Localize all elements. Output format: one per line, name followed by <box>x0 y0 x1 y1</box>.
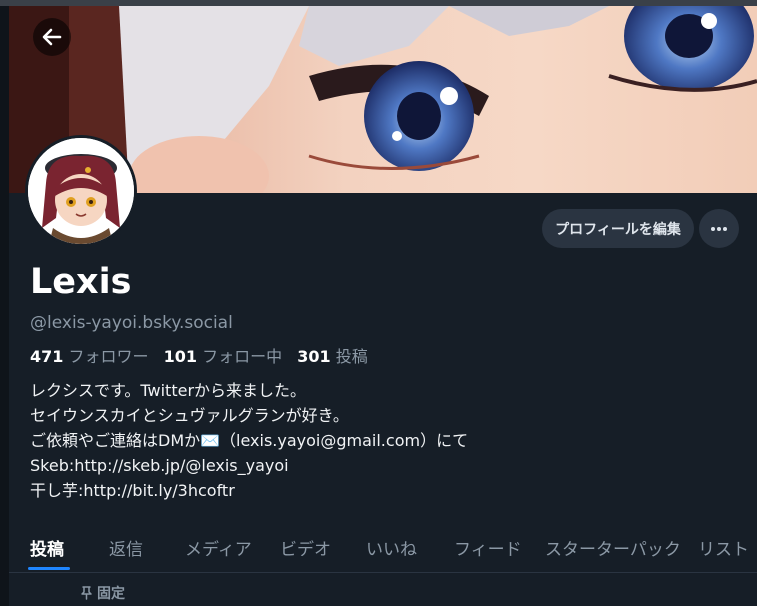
left-gutter <box>0 6 9 606</box>
active-tab-indicator <box>28 567 70 570</box>
edit-profile-button[interactable]: プロフィールを編集 <box>542 209 694 248</box>
tab-videos[interactable]: ビデオ <box>280 522 331 572</box>
followers-stat[interactable]: 471 フォロワー <box>30 347 149 366</box>
more-options-button[interactable] <box>699 209 739 248</box>
bio-line: レクシスです。Twitterから来ました。 <box>30 381 307 400</box>
following-stat[interactable]: 101 フォロー中 <box>164 347 283 366</box>
posts-stat: 301 投稿 <box>297 347 368 366</box>
back-button[interactable] <box>33 18 71 56</box>
tab-likes[interactable]: いいね <box>366 522 417 572</box>
pinned-label: 固定 <box>80 583 125 603</box>
display-name: Lexis <box>30 262 132 302</box>
pinned-text: 固定 <box>97 586 125 602</box>
tab-feeds[interactable]: フィード <box>454 522 522 572</box>
posts-label: 投稿 <box>335 347 368 366</box>
tab-posts[interactable]: 投稿 <box>30 522 64 572</box>
followers-label: フォロワー <box>68 347 149 366</box>
arrow-left-icon <box>42 28 62 46</box>
following-count: 101 <box>163 347 198 366</box>
bio-line-hoshiimo-link[interactable]: 干し芋:http://bit.ly/3hcoftr <box>30 478 468 503</box>
tab-replies[interactable]: 返信 <box>109 522 143 572</box>
bio-line: セイウンスカイとシュヴァルグランが好き。 <box>30 406 349 425</box>
profile-stats: 471 フォロワー 101 フォロー中 301 投稿 <box>30 343 368 367</box>
profile-handle: @lexis-yayoi.bsky.social <box>30 313 233 333</box>
tab-lists[interactable]: リスト <box>698 522 749 572</box>
profile-tabs: 投稿 返信 メディア ビデオ いいね フィード スターターパック リスト <box>9 522 757 572</box>
following-label: フォロー中 <box>202 347 283 366</box>
followers-count: 471 <box>30 347 64 366</box>
avatar[interactable] <box>25 135 137 247</box>
bio-line: ご依頼やご連絡はDMか✉️（lexis.yayoi@gmail.com）にて <box>30 431 469 450</box>
tab-starter-packs[interactable]: スターターパック <box>545 522 681 572</box>
pin-icon <box>81 586 92 600</box>
profile-bio: レクシスです。Twitterから来ました。 セイウンスカイとシュヴァルグランが好… <box>30 378 468 503</box>
bio-line-skeb-link[interactable]: Skeb:http://skeb.jp/@lexis_yayoi <box>30 453 468 478</box>
posts-count: 301 <box>297 347 331 366</box>
avatar-illustration <box>28 138 134 244</box>
ellipsis-icon <box>711 226 727 231</box>
tabs-divider <box>9 572 757 573</box>
tab-media[interactable]: メディア <box>185 522 252 572</box>
